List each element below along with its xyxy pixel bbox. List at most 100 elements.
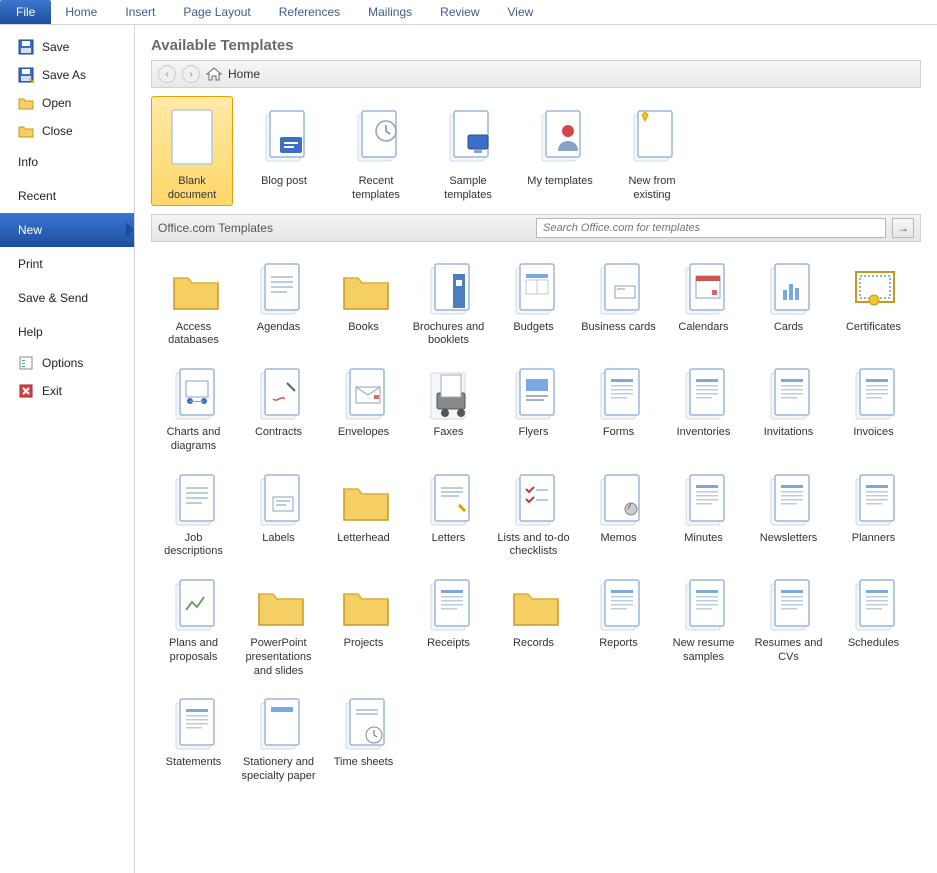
ribbon-tabs: FileHomeInsertPage LayoutReferencesMaili…	[0, 0, 937, 25]
category-label: Business cards	[579, 321, 658, 335]
category-label: Inventories	[664, 426, 743, 440]
category-forms[interactable]: Forms	[576, 357, 661, 457]
category-faxes[interactable]: Faxes	[406, 357, 491, 457]
category-calendars[interactable]: Calendars	[661, 252, 746, 352]
sidebar-item-recent[interactable]: Recent	[0, 179, 134, 213]
ribbon-tab-references[interactable]: References	[265, 1, 354, 23]
category-new-resume-samples[interactable]: New resume samples	[661, 568, 746, 681]
new-from-existing-icon	[622, 103, 682, 171]
template-recent-templates[interactable]: Recent templates	[335, 96, 417, 206]
category-resumes-and-cvs[interactable]: Resumes and CVs	[746, 568, 831, 681]
category-label: Reports	[579, 637, 658, 651]
category-statements[interactable]: Statements	[151, 687, 236, 787]
arrow-right-icon: ›	[189, 69, 192, 80]
sidebar-item-exit[interactable]: Exit	[0, 377, 134, 405]
category-agendas[interactable]: Agendas	[236, 252, 321, 352]
checklist-icon	[504, 470, 564, 528]
form-icon	[589, 364, 649, 422]
template-sample-templates[interactable]: Sample templates	[427, 96, 509, 206]
sidebar-item-help[interactable]: Help	[0, 315, 134, 349]
flyer-icon	[504, 364, 564, 422]
blog-post-icon	[254, 103, 314, 171]
ribbon-tab-page-layout[interactable]: Page Layout	[169, 1, 264, 23]
category-minutes[interactable]: Minutes	[661, 463, 746, 563]
category-plans-and-proposals[interactable]: Plans and proposals	[151, 568, 236, 681]
category-invitations[interactable]: Invitations	[746, 357, 831, 457]
category-label: Job descriptions	[154, 532, 233, 560]
nav-back-button[interactable]: ‹	[158, 65, 176, 83]
category-newsletters[interactable]: Newsletters	[746, 463, 831, 563]
category-budgets[interactable]: Budgets	[491, 252, 576, 352]
template-blank-document[interactable]: Blank document	[151, 96, 233, 206]
category-lists-and-to-do-checklists[interactable]: Lists and to-do checklists	[491, 463, 576, 563]
category-books[interactable]: Books	[321, 252, 406, 352]
ribbon-tab-view[interactable]: View	[494, 1, 548, 23]
category-job-descriptions[interactable]: Job descriptions	[151, 463, 236, 563]
category-memos[interactable]: Memos	[576, 463, 661, 563]
category-flyers[interactable]: Flyers	[491, 357, 576, 457]
doc-lines-icon	[164, 470, 224, 528]
section-title: Available Templates	[151, 37, 921, 54]
category-planners[interactable]: Planners	[831, 463, 916, 563]
ribbon-tab-mailings[interactable]: Mailings	[354, 1, 426, 23]
category-labels[interactable]: Labels	[236, 463, 321, 563]
sidebar-item-close[interactable]: Close	[0, 117, 134, 145]
category-label: Newsletters	[749, 532, 828, 546]
template-new-from-existing[interactable]: New from existing	[611, 96, 693, 206]
category-label: Labels	[239, 532, 318, 546]
category-reports[interactable]: Reports	[576, 568, 661, 681]
category-charts-and-diagrams[interactable]: Charts and diagrams	[151, 357, 236, 457]
category-schedules[interactable]: Schedules	[831, 568, 916, 681]
folder-icon	[249, 575, 309, 633]
home-icon[interactable]	[206, 67, 222, 81]
category-stationery-and-specialty-paper[interactable]: Stationery and specialty paper	[236, 687, 321, 787]
search-input[interactable]	[536, 218, 886, 238]
folder-icon	[334, 259, 394, 317]
ribbon-tab-home[interactable]: Home	[51, 1, 111, 23]
sidebar-item-new[interactable]: New	[0, 213, 134, 247]
ribbon-tab-file[interactable]: File	[0, 0, 51, 24]
category-contracts[interactable]: Contracts	[236, 357, 321, 457]
category-access-databases[interactable]: Access databases	[151, 252, 236, 352]
category-letters[interactable]: Letters	[406, 463, 491, 563]
template-my-templates[interactable]: My templates	[519, 96, 601, 206]
category-projects[interactable]: Projects	[321, 568, 406, 681]
template-label: My templates	[522, 175, 598, 189]
category-receipts[interactable]: Receipts	[406, 568, 491, 681]
category-envelopes[interactable]: Envelopes	[321, 357, 406, 457]
sidebar-item-label: Info	[18, 155, 38, 169]
sidebar-item-label: Recent	[18, 189, 56, 203]
sidebar-item-info[interactable]: Info	[0, 145, 134, 179]
sidebar-item-save[interactable]: Save	[0, 33, 134, 61]
breadcrumb-home[interactable]: Home	[228, 67, 260, 81]
ribbon-tab-review[interactable]: Review	[426, 1, 493, 23]
sidebar-item-label: New	[18, 223, 42, 237]
template-blog-post[interactable]: Blog post	[243, 96, 325, 206]
category-cards[interactable]: Cards	[746, 252, 831, 352]
category-brochures-and-booklets[interactable]: Brochures and booklets	[406, 252, 491, 352]
save-icon	[18, 39, 34, 55]
category-letterhead[interactable]: Letterhead	[321, 463, 406, 563]
search-go-button[interactable]: →	[892, 218, 914, 238]
category-business-cards[interactable]: Business cards	[576, 252, 661, 352]
category-certificates[interactable]: Certificates	[831, 252, 916, 352]
folder-icon	[504, 575, 564, 633]
timesheet-icon	[334, 694, 394, 752]
invoice-icon	[844, 364, 904, 422]
sidebar-item-save-send[interactable]: Save & Send	[0, 281, 134, 315]
category-invoices[interactable]: Invoices	[831, 357, 916, 457]
sidebar-item-print[interactable]: Print	[0, 247, 134, 281]
sidebar-item-options[interactable]: Options	[0, 349, 134, 377]
ribbon-tab-insert[interactable]: Insert	[111, 1, 169, 23]
category-label: Brochures and booklets	[409, 321, 488, 349]
category-records[interactable]: Records	[491, 568, 576, 681]
template-label: Sample templates	[430, 175, 506, 203]
sidebar-item-label: Close	[42, 124, 73, 138]
sidebar-item-open[interactable]: Open	[0, 89, 134, 117]
category-powerpoint-presentations-and-slides[interactable]: PowerPoint presentations and slides	[236, 568, 321, 681]
nav-forward-button[interactable]: ›	[182, 65, 200, 83]
category-time-sheets[interactable]: Time sheets	[321, 687, 406, 787]
category-inventories[interactable]: Inventories	[661, 357, 746, 457]
sidebar-item-save-as[interactable]: Save As	[0, 61, 134, 89]
category-label: New resume samples	[664, 637, 743, 665]
